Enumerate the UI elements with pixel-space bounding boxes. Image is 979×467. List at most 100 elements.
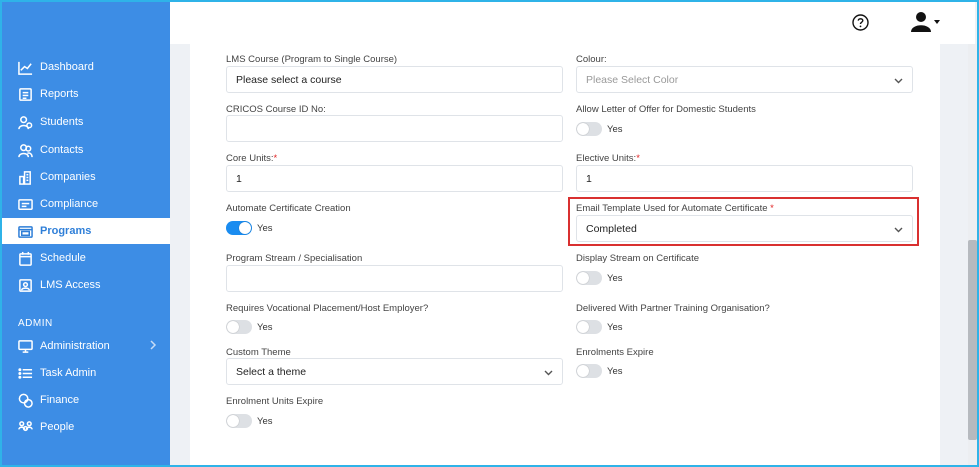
allow-letter-toggle[interactable] — [576, 122, 602, 136]
programs-icon — [17, 223, 33, 239]
required-mark: * — [636, 153, 640, 164]
admin-section-label: ADMIN — [18, 318, 53, 329]
custom-theme-select[interactable]: Select a theme — [226, 358, 563, 385]
required-mark: * — [770, 203, 774, 214]
compliance-icon — [17, 196, 33, 212]
sidebar-item-compliance[interactable]: Compliance — [2, 191, 170, 217]
help-icon[interactable] — [852, 14, 869, 31]
sidebar-item-task-admin[interactable]: Task Admin — [2, 360, 170, 386]
sidebar-item-label: Companies — [40, 171, 96, 183]
automate-cert-toggle[interactable] — [226, 221, 252, 235]
display-stream-toggle[interactable] — [576, 271, 602, 285]
toggle-knob — [227, 415, 239, 427]
partner-toggle-text: Yes — [607, 322, 623, 333]
lms-course-label: LMS Course (Program to Single Course) — [226, 54, 398, 65]
people-icon — [17, 419, 33, 435]
enrolments-expire-toggle[interactable] — [576, 364, 602, 378]
toggle-knob — [577, 321, 589, 333]
sidebar-item-dashboard[interactable]: Dashboard — [2, 54, 170, 80]
sidebar-item-people[interactable]: People — [2, 414, 170, 440]
partner-toggle[interactable] — [576, 320, 602, 334]
sidebar-item-label: Contacts — [40, 144, 84, 156]
sidebar-item-label: Schedule — [40, 252, 86, 264]
sidebar-item-label: Dashboard — [40, 61, 94, 73]
automate-cert-toggle-text: Yes — [257, 223, 273, 234]
sidebar-item-finance[interactable]: Finance — [2, 387, 170, 413]
administration-icon — [17, 338, 33, 354]
companies-icon — [17, 169, 33, 185]
display-stream-label: Display Stream on Certificate — [576, 253, 700, 264]
sidebar-item-companies[interactable]: Companies — [2, 164, 170, 190]
toggle-knob — [239, 222, 251, 234]
enrolment-units-expire-toggle[interactable] — [226, 414, 252, 428]
sidebar-item-students[interactable]: Students — [2, 109, 170, 135]
email-template-label: Email Template Used for Automate Certifi… — [576, 203, 774, 214]
lms-course-input[interactable]: Please select a course — [226, 66, 563, 93]
elective-units-value: 1 — [586, 172, 592, 185]
cricos-label: CRICOS Course ID No: — [226, 104, 326, 115]
sidebar: Dashboard Reports Students Contacts Comp… — [2, 2, 170, 465]
schedule-icon — [17, 250, 33, 266]
chevron-down-icon — [544, 368, 553, 377]
finance-icon — [17, 392, 33, 408]
elective-units-label-text: Elective Units: — [576, 153, 637, 164]
enrolments-expire-toggle-text: Yes — [607, 366, 623, 377]
colour-select[interactable]: Please Select Color — [576, 66, 913, 93]
program-stream-input[interactable] — [226, 265, 563, 292]
sidebar-item-label: Compliance — [40, 198, 99, 210]
sidebar-item-programs[interactable]: Programs — [2, 218, 170, 244]
custom-theme-label: Custom Theme — [226, 347, 291, 358]
scrollbar-thumb[interactable] — [968, 240, 977, 440]
colour-label: Colour: — [576, 54, 607, 65]
contacts-icon — [17, 142, 33, 158]
sidebar-item-schedule[interactable]: Schedule — [2, 245, 170, 271]
sidebar-item-label: People — [40, 421, 75, 433]
sidebar-item-label: LMS Access — [40, 279, 101, 291]
automate-cert-label: Automate Certificate Creation — [226, 203, 351, 214]
cricos-input[interactable] — [226, 115, 563, 142]
chevron-right-icon — [148, 340, 160, 352]
lms-course-value: Please select a course — [236, 73, 342, 86]
report-icon — [17, 86, 33, 102]
core-units-label: Core Units:* — [226, 153, 277, 164]
top-header — [170, 2, 975, 44]
toggle-knob — [577, 365, 589, 377]
students-icon — [17, 114, 33, 130]
toggle-knob — [577, 123, 589, 135]
vocational-label: Requires Vocational Placement/Host Emplo… — [226, 303, 429, 314]
partner-label: Delivered With Partner Training Organisa… — [576, 303, 770, 314]
core-units-input[interactable]: 1 — [226, 165, 563, 192]
sidebar-item-contacts[interactable]: Contacts — [2, 137, 170, 163]
user-avatar-icon[interactable] — [910, 11, 940, 33]
custom-theme-value: Select a theme — [236, 365, 307, 378]
sidebar-item-label: Finance — [40, 394, 80, 406]
email-template-value: Completed — [586, 222, 637, 235]
chevron-down-icon — [894, 76, 903, 85]
enrolment-units-expire-toggle-text: Yes — [257, 416, 273, 427]
chart-line-icon — [17, 59, 33, 75]
sidebar-item-reports[interactable]: Reports — [2, 81, 170, 107]
sidebar-item-label: Students — [40, 116, 84, 128]
task-list-icon — [17, 365, 33, 381]
chevron-down-icon — [894, 225, 903, 234]
toggle-knob — [227, 321, 239, 333]
vocational-toggle-text: Yes — [257, 322, 273, 333]
sidebar-item-label: Reports — [40, 88, 79, 100]
allow-letter-label: Allow Letter of Offer for Domestic Stude… — [576, 104, 756, 115]
sidebar-item-administration[interactable]: Administration — [2, 333, 170, 359]
colour-placeholder: Please Select Color — [586, 73, 679, 86]
elective-units-label: Elective Units:* — [576, 153, 640, 164]
sidebar-item-lms-access[interactable]: LMS Access — [2, 272, 170, 298]
sidebar-item-label: Programs — [40, 225, 92, 237]
email-template-label-text: Email Template Used for Automate Certifi… — [576, 203, 768, 214]
lms-access-icon — [17, 277, 33, 293]
core-units-value: 1 — [236, 172, 242, 185]
toggle-knob — [577, 272, 589, 284]
vocational-toggle[interactable] — [226, 320, 252, 334]
sidebar-item-label: Administration — [40, 340, 110, 352]
elective-units-input[interactable]: 1 — [576, 165, 913, 192]
program-form: LMS Course (Program to Single Course) Pl… — [190, 44, 940, 465]
sidebar-item-label: Task Admin — [40, 367, 97, 379]
email-template-select[interactable]: Completed — [576, 215, 913, 242]
allow-letter-toggle-text: Yes — [607, 124, 623, 135]
